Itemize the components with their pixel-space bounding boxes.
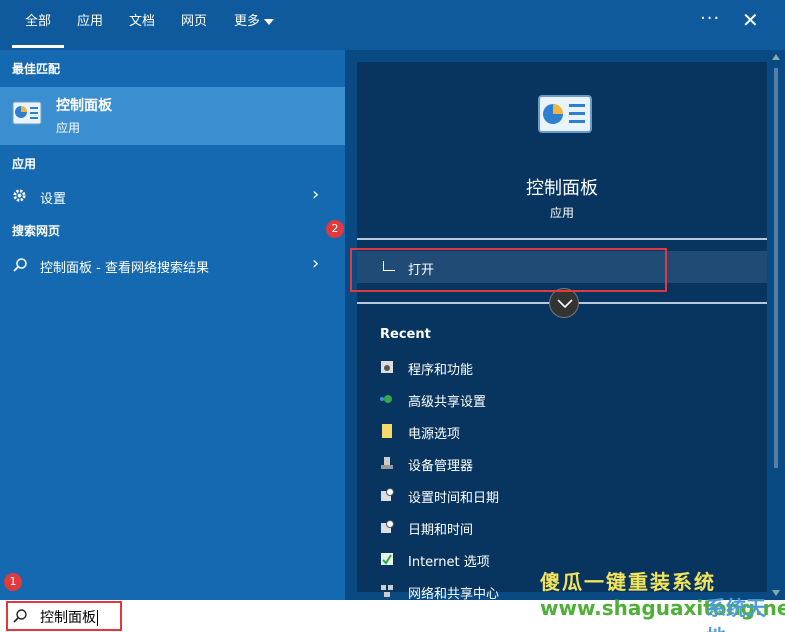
- detail-app-name: 控制面板: [526, 178, 598, 199]
- search-tabs-bar: 全部 应用 文档 网页 更多 ··· ✕: [0, 0, 785, 50]
- annotation-box-search: [6, 601, 122, 631]
- recent-item-label: 设备管理器: [408, 459, 474, 474]
- detail-scrollbar[interactable]: [768, 50, 785, 600]
- close-button[interactable]: ✕: [742, 8, 759, 32]
- best-match-heading: 最佳匹配: [12, 62, 61, 76]
- more-options-button[interactable]: ···: [700, 8, 720, 29]
- device-manager-icon: [381, 457, 393, 469]
- chevron-down-icon: [557, 299, 573, 309]
- best-match-name: 控制面板: [56, 98, 112, 114]
- tab-apps[interactable]: 应用: [70, 0, 110, 48]
- recent-item-label: 程序和功能: [408, 363, 474, 378]
- best-match-item[interactable]: 控制面板 应用: [0, 87, 345, 145]
- web-result-label: 控制面板 - 查看网络搜索结果: [40, 261, 209, 276]
- recent-item-label: 日期和时间: [408, 523, 474, 538]
- scroll-thumb[interactable]: [774, 68, 778, 468]
- tab-all[interactable]: 全部: [12, 0, 64, 48]
- recent-item-label: Internet 选项: [408, 555, 490, 570]
- chevron-right-icon[interactable]: ›: [312, 184, 319, 205]
- recent-item-label: 设置时间和日期: [408, 491, 500, 506]
- recent-item-label: 高级共享设置: [408, 395, 487, 410]
- search-icon: [12, 257, 28, 277]
- tab-more[interactable]: 更多: [226, 0, 282, 48]
- best-match-type: 应用: [56, 121, 81, 135]
- detail-card: 控制面板 应用 打开 Recent 程序和功能 高级共享设置 电源选项 设备管理…: [357, 62, 767, 602]
- annotation-badge-2: 2: [326, 220, 344, 238]
- annotation-box-open: [350, 248, 667, 292]
- programs-icon: [381, 361, 393, 373]
- detail-pane: 控制面板 应用 打开 Recent 程序和功能 高级共享设置 电源选项 设备管理…: [345, 50, 785, 602]
- clock-icon: [381, 488, 394, 501]
- apps-heading: 应用: [12, 157, 37, 171]
- gear-icon: [12, 188, 27, 207]
- scroll-up-icon[interactable]: [772, 54, 780, 60]
- chevron-right-icon[interactable]: ›: [312, 253, 319, 274]
- annotation-badge-1: 1: [4, 573, 22, 591]
- web-search-heading: 搜索网页: [12, 224, 61, 238]
- power-icon: [382, 424, 392, 438]
- network-center-icon: [381, 585, 393, 597]
- app-result-settings[interactable]: 设置 ›: [0, 180, 345, 212]
- chevron-down-icon: [264, 18, 274, 25]
- expand-button[interactable]: [549, 288, 579, 318]
- detail-app-type: 应用: [549, 206, 574, 220]
- watermark-title: 傻瓜一键重装系统: [540, 570, 716, 594]
- tab-more-label: 更多: [233, 14, 260, 29]
- results-pane: 最佳匹配 控制面板 应用 应用 设置 › 搜索网页 控制面板 - 查看网络搜索结…: [0, 50, 345, 600]
- calendar-icon: [381, 520, 394, 533]
- app-result-label: 设置: [40, 192, 67, 207]
- recent-heading: Recent: [380, 327, 431, 342]
- divider: [357, 238, 767, 240]
- internet-icon: [381, 553, 393, 565]
- tab-web[interactable]: 网页: [174, 0, 214, 48]
- tab-documents[interactable]: 文档: [122, 0, 162, 48]
- web-result-item[interactable]: 控制面板 - 查看网络搜索结果 ›: [0, 249, 345, 281]
- control-panel-icon: [12, 101, 42, 131]
- recent-item-label: 电源选项: [408, 427, 461, 442]
- control-panel-icon: [537, 94, 593, 140]
- watermark-logo: 系统天地: [706, 596, 766, 632]
- network-share-icon: [380, 395, 392, 403]
